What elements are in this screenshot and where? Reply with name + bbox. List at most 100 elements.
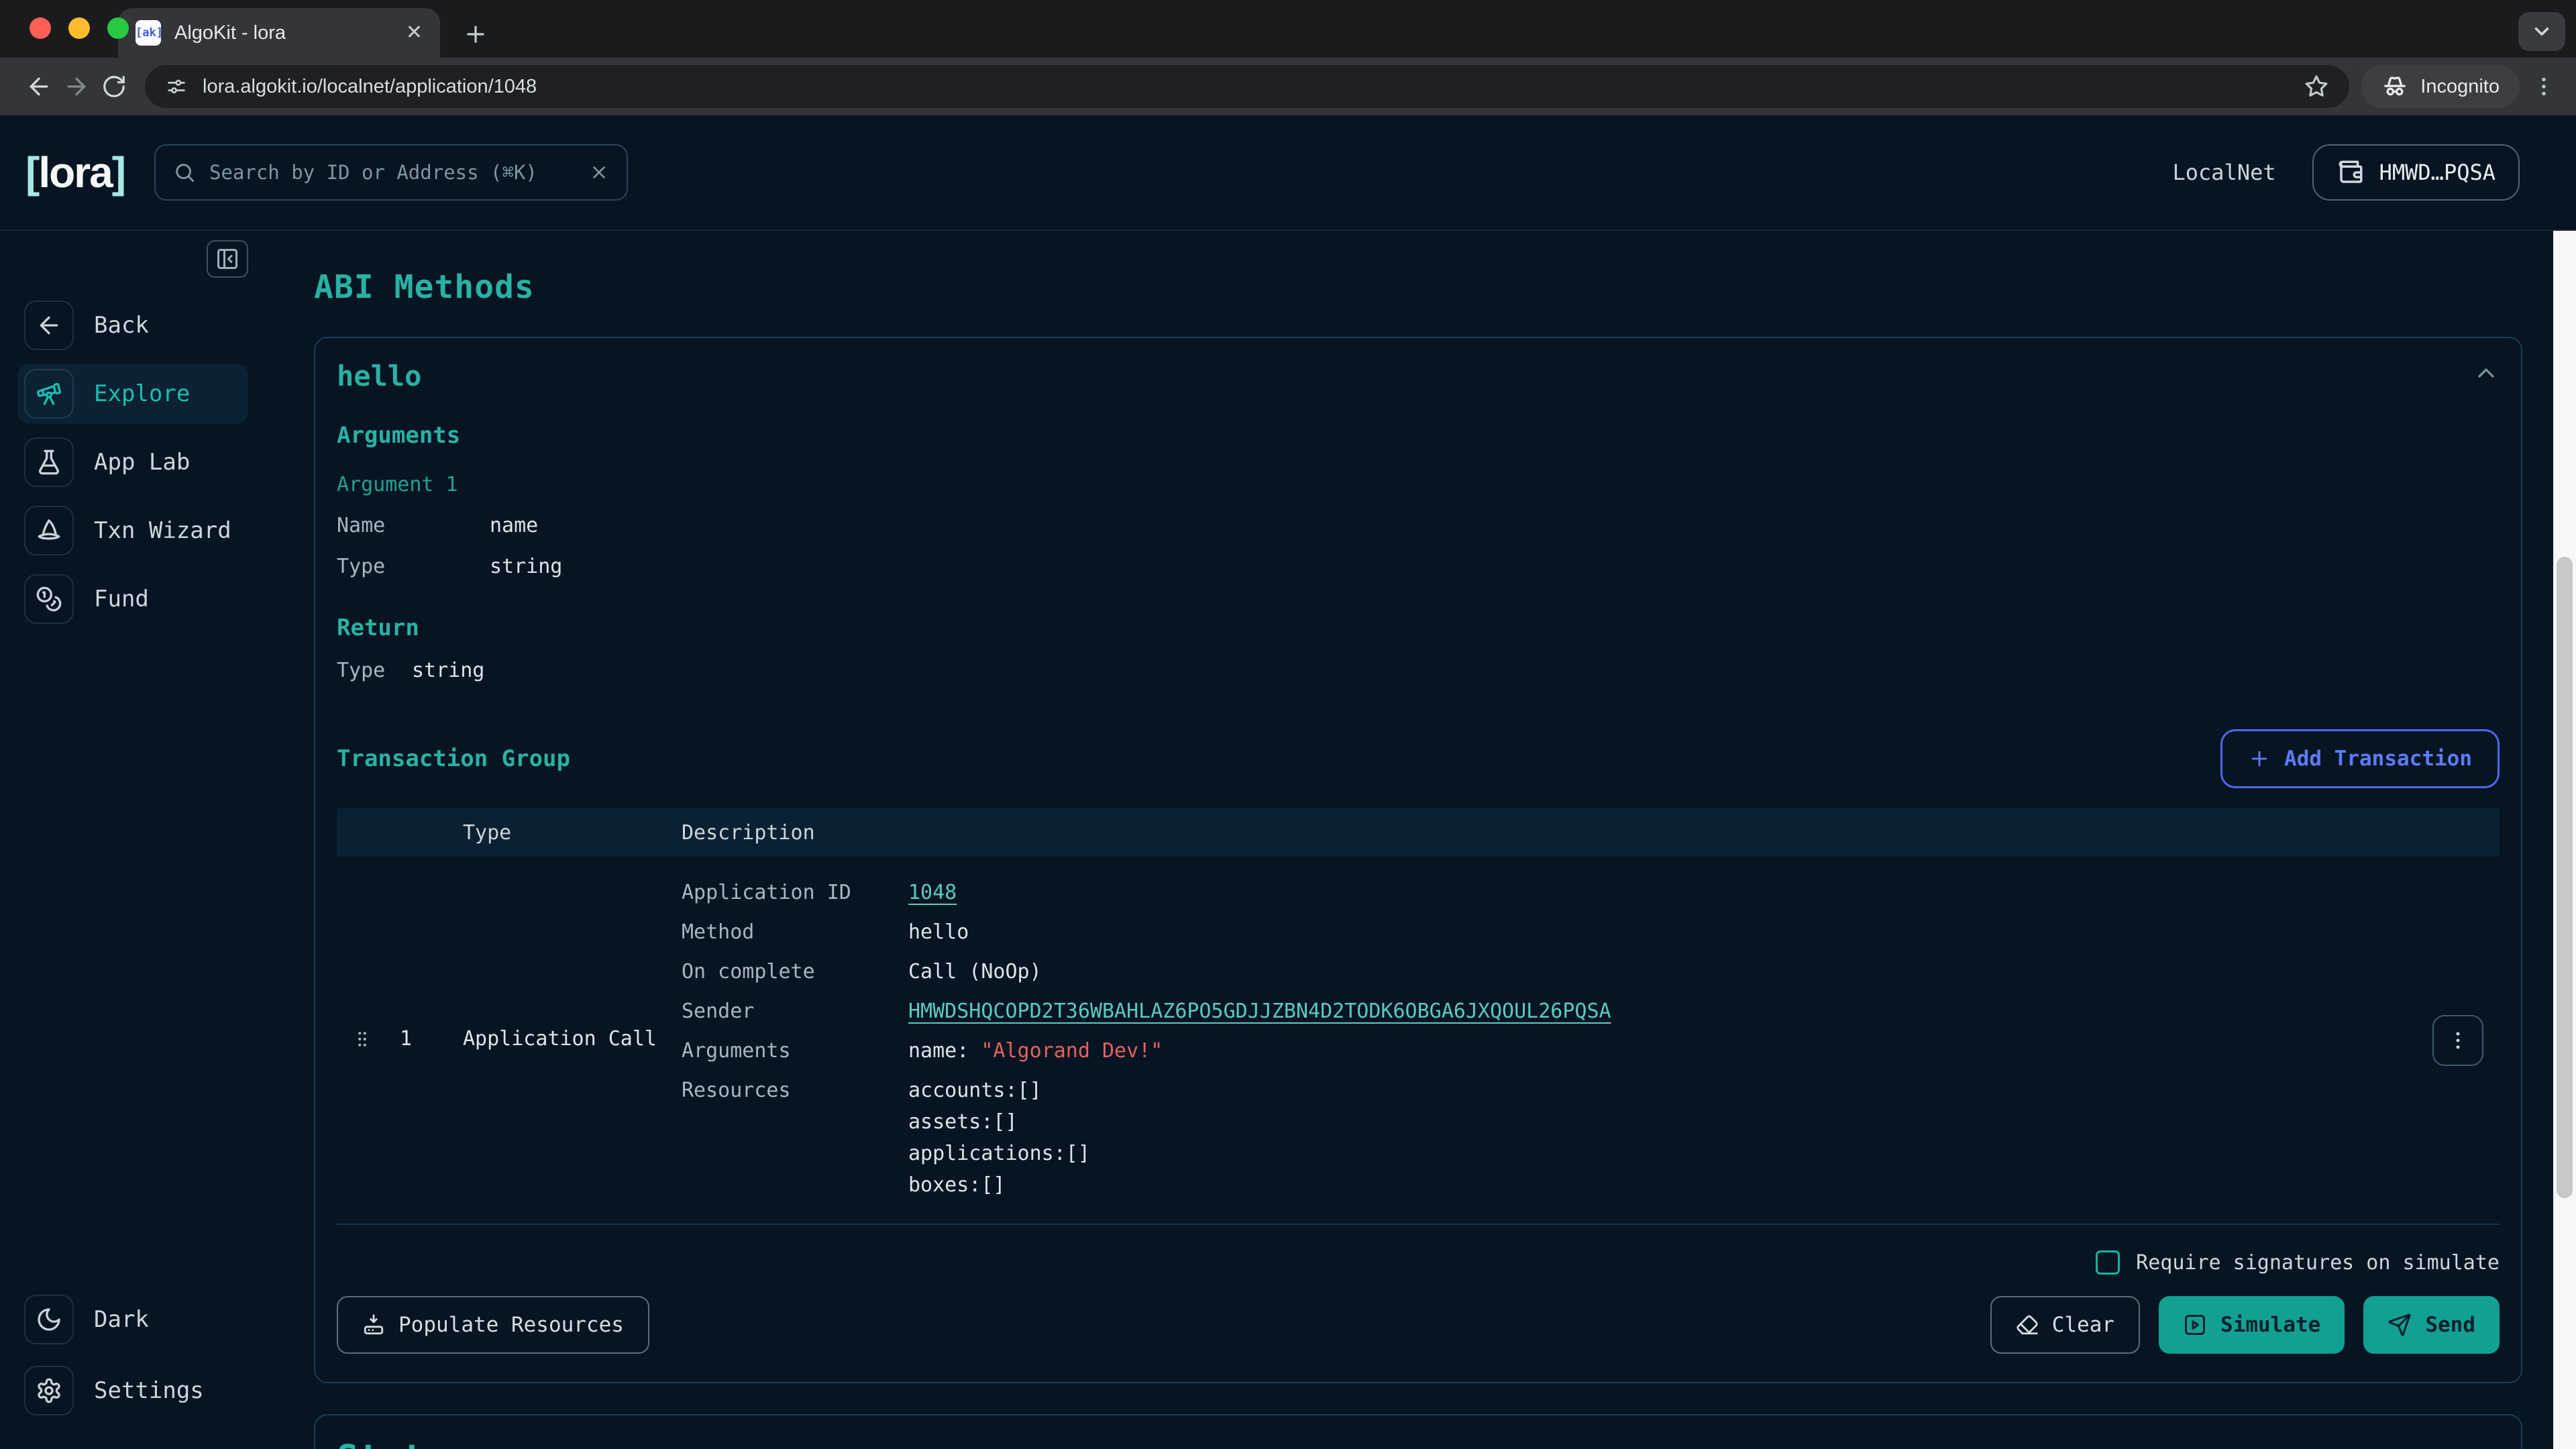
on-complete-row: On complete Call (NoOp) bbox=[682, 960, 2500, 983]
sidebar-item-fund[interactable]: Fund bbox=[17, 569, 248, 629]
url-bar[interactable]: lora.algokit.io/localnet/application/104… bbox=[145, 65, 2349, 108]
bookmark-star-icon[interactable] bbox=[2304, 74, 2329, 99]
back-button[interactable] bbox=[20, 68, 58, 105]
transaction-description: Application ID 1048 Method hello On comp… bbox=[682, 881, 2500, 1197]
browser-scrollbar[interactable] bbox=[2553, 231, 2576, 1449]
argument-name-value: name bbox=[490, 514, 2500, 537]
browser-tab[interactable]: [ak] AlgoKit - lora ✕ bbox=[118, 8, 440, 58]
sidebar-footer: Dark Settings bbox=[17, 1289, 248, 1421]
require-signatures-label: Require signatures on simulate bbox=[2136, 1251, 2500, 1275]
populate-resources-button[interactable]: Populate Resources bbox=[337, 1296, 649, 1354]
state-card: State Global Box bbox=[314, 1414, 2522, 1449]
sidebar-item-label: Fund bbox=[94, 586, 149, 612]
moon-icon bbox=[24, 1295, 74, 1344]
site-settings-icon[interactable] bbox=[165, 75, 188, 98]
sender-row: Sender HMWDSHQCOPD2T36WBAHLAZ6PO5GDJJZBN… bbox=[682, 1000, 2500, 1023]
browser-chrome: [ak] AlgoKit - lora ✕ lora.algokit.io/lo… bbox=[0, 0, 2576, 115]
sidebar-item-label: Explore bbox=[94, 380, 190, 407]
transaction-group-heading: Transaction Group bbox=[337, 745, 570, 772]
argument-1-label: Argument 1 bbox=[337, 473, 2500, 496]
network-label[interactable]: LocalNet bbox=[2172, 160, 2275, 185]
sidebar-collapse-button[interactable] bbox=[207, 240, 248, 278]
search-input[interactable] bbox=[209, 161, 576, 184]
incognito-badge: Incognito bbox=[2361, 65, 2520, 108]
app-header: [lora] LocalNet HMWD…PQSA bbox=[0, 115, 2576, 231]
tab-close-icon[interactable]: ✕ bbox=[406, 23, 423, 43]
flask-icon bbox=[24, 437, 74, 487]
sidebar-item-back[interactable]: Back bbox=[17, 295, 248, 356]
argument-string-value: "Algorand Dev!" bbox=[981, 1039, 1163, 1063]
transaction-index: 1 bbox=[388, 1027, 412, 1051]
window-controls bbox=[30, 17, 129, 39]
search-box[interactable] bbox=[154, 144, 628, 201]
collapse-method-button[interactable] bbox=[2473, 360, 2500, 386]
send-button[interactable]: Send bbox=[2363, 1296, 2500, 1354]
resource-applications: applications:[] bbox=[908, 1142, 2500, 1165]
tab-strip: [ak] AlgoKit - lora ✕ bbox=[0, 0, 2576, 58]
method-row: Method hello bbox=[682, 920, 2500, 944]
sidebar: Back Explore App Lab bbox=[0, 231, 263, 1448]
require-signatures-row: Require signatures on simulate bbox=[337, 1250, 2500, 1275]
resource-accounts: accounts:[] bbox=[908, 1079, 2500, 1102]
lora-app: [lora] LocalNet HMWD…PQSA bbox=[0, 115, 2576, 1449]
column-type: Type bbox=[439, 821, 682, 845]
state-title: State bbox=[337, 1437, 2500, 1449]
sidebar-item-label: App Lab bbox=[94, 449, 190, 476]
new-tab-button[interactable] bbox=[463, 21, 488, 47]
argument-type-row: Type string bbox=[337, 555, 2500, 578]
return-heading: Return bbox=[337, 614, 2500, 641]
sidebar-item-theme-toggle[interactable]: Dark bbox=[17, 1289, 248, 1350]
forward-button[interactable] bbox=[58, 68, 95, 105]
window-close-button[interactable] bbox=[30, 17, 51, 39]
search-clear-icon[interactable] bbox=[589, 162, 609, 182]
argument-key: name: bbox=[908, 1039, 969, 1063]
main-content: ABI Methods hello Arguments Argument 1 N… bbox=[263, 231, 2576, 1448]
wallet-button[interactable]: HMWD…PQSA bbox=[2312, 144, 2520, 201]
column-description: Description bbox=[682, 821, 2500, 845]
sidebar-item-label: Back bbox=[94, 312, 149, 339]
abi-method-card: hello Arguments Argument 1 Name name Typ… bbox=[314, 337, 2522, 1383]
application-id-link[interactable]: 1048 bbox=[908, 881, 957, 904]
add-transaction-button[interactable]: Add Transaction bbox=[2220, 729, 2500, 788]
argument-type-key: Type bbox=[337, 555, 490, 578]
method-name: hello bbox=[337, 360, 421, 392]
resources-row: Resources accounts:[] assets:[] applicat… bbox=[682, 1079, 2500, 1197]
lora-logo[interactable]: [lora] bbox=[25, 148, 125, 197]
resource-boxes: boxes:[] bbox=[908, 1173, 2500, 1197]
tab-favicon: [ak] bbox=[136, 20, 161, 46]
arrow-left-icon bbox=[24, 301, 74, 350]
incognito-icon bbox=[2381, 73, 2408, 100]
sidebar-item-label: Txn Wizard bbox=[94, 517, 231, 544]
reload-button[interactable] bbox=[95, 68, 133, 105]
sidebar-item-settings[interactable]: Settings bbox=[17, 1360, 248, 1421]
arguments-row: Arguments name: "Algorand Dev!" bbox=[682, 1039, 2500, 1063]
scrollbar-thumb[interactable] bbox=[2557, 557, 2573, 1198]
require-signatures-checkbox[interactable] bbox=[2096, 1250, 2120, 1275]
transaction-menu-button[interactable] bbox=[2432, 1015, 2483, 1066]
argument-type-value: string bbox=[490, 555, 2500, 578]
transaction-row[interactable]: 1 Application Call Application ID 1048 M… bbox=[337, 857, 2500, 1225]
transaction-table: Type Description 1 Application Call bbox=[337, 808, 2500, 1225]
tab-search-chevron-button[interactable] bbox=[2518, 12, 2565, 51]
window-zoom-button[interactable] bbox=[107, 17, 129, 39]
argument-name-key: Name bbox=[337, 514, 490, 537]
sidebar-item-explore[interactable]: Explore bbox=[17, 364, 248, 424]
browser-menu-button[interactable] bbox=[2532, 74, 2556, 99]
send-icon bbox=[2387, 1313, 2412, 1337]
sidebar-item-label: Settings bbox=[94, 1377, 204, 1404]
simulate-button[interactable]: Simulate bbox=[2159, 1296, 2345, 1354]
window-minimize-button[interactable] bbox=[68, 17, 90, 39]
sidebar-item-app-lab[interactable]: App Lab bbox=[17, 432, 248, 492]
coins-icon bbox=[24, 574, 74, 624]
resource-assets: assets:[] bbox=[908, 1110, 2500, 1134]
transaction-table-header: Type Description bbox=[337, 808, 2500, 857]
sidebar-item-label: Dark bbox=[94, 1306, 149, 1333]
url-text[interactable]: lora.algokit.io/localnet/application/104… bbox=[203, 76, 2289, 98]
return-type-row: Type string bbox=[337, 659, 2500, 682]
sender-address-link[interactable]: HMWDSHQCOPD2T36WBAHLAZ6PO5GDJJZBN4D2TODK… bbox=[908, 1000, 1611, 1023]
wizard-hat-icon bbox=[24, 506, 74, 555]
drag-handle-icon[interactable] bbox=[352, 1029, 372, 1049]
clear-button[interactable]: Clear bbox=[1990, 1296, 2140, 1354]
sidebar-item-txn-wizard[interactable]: Txn Wizard bbox=[17, 500, 248, 561]
telescope-icon bbox=[24, 369, 74, 419]
